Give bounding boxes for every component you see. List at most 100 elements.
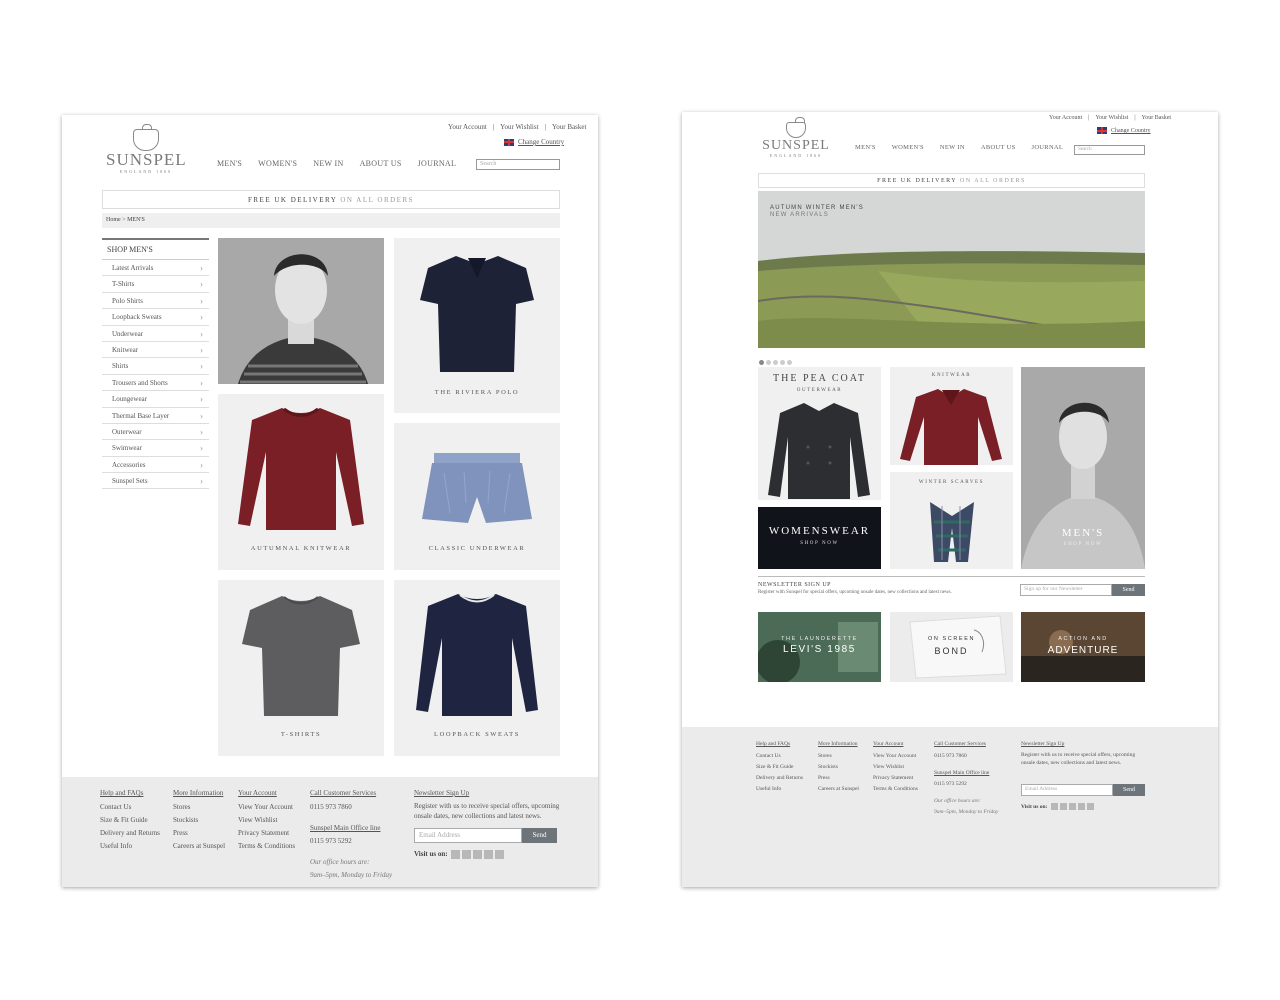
footer-link[interactable]: Stores — [818, 751, 859, 762]
nav-womens[interactable]: WOMEN'S — [258, 159, 297, 168]
footer-link[interactable]: View Wishlist — [873, 762, 918, 773]
footer-link[interactable]: View Your Account — [873, 751, 918, 762]
footer-link[interactable]: Delivery and Returns — [756, 773, 803, 784]
sidebar-item-loopback-sweats[interactable]: Loopback Sweats — [102, 309, 209, 326]
footer-link[interactable]: Terms & Conditions — [873, 784, 918, 795]
footer-link[interactable]: Size & Fit Guide — [100, 814, 160, 827]
launderette-promo-tile[interactable]: THE LAUNDERETTE LEVI'S 1985 — [758, 612, 881, 682]
knitwear-tile[interactable]: KNITWEAR — [890, 367, 1013, 465]
email-field[interactable]: Email Address — [414, 828, 522, 843]
nav-journal[interactable]: JOURNAL — [418, 159, 457, 168]
hero-banner[interactable]: AUTUMN WINTER MEN'S NEW ARRIVALS — [758, 191, 1145, 348]
womenswear-tile[interactable]: WOMENSWEAR SHOP NOW — [758, 507, 881, 569]
sidebar-item-t-shirts[interactable]: T-Shirts — [102, 276, 209, 293]
facebook-icon[interactable] — [451, 850, 461, 859]
t-shirts-tile[interactable]: T-SHIRTS — [218, 580, 384, 756]
footer-link[interactable]: Contact Us — [756, 751, 803, 762]
search-input[interactable]: Search — [1074, 145, 1145, 155]
twitter-icon[interactable] — [1059, 803, 1067, 810]
sunspel-logo[interactable]: SUNSPEL ENGLAND 1860 — [106, 124, 186, 174]
nav-new-in[interactable]: NEW IN — [313, 159, 343, 168]
sidebar-item-sunspel-sets[interactable]: Sunspel Sets — [102, 473, 209, 490]
carousel-dot[interactable] — [773, 360, 778, 365]
sidebar-item-latest-arrivals[interactable]: Latest Arrivals — [102, 260, 209, 277]
footer-link[interactable]: Careers at Sunspel — [173, 840, 225, 853]
footer-link[interactable]: Delivery and Returns — [100, 827, 160, 840]
carousel-dot[interactable] — [759, 360, 764, 365]
breadcrumb-home[interactable]: Home — [106, 217, 121, 223]
your-account-link[interactable]: Your Account — [1049, 115, 1082, 121]
mens-portrait-tile[interactable] — [218, 238, 384, 384]
sidebar-item-knitwear[interactable]: Knitwear — [102, 342, 209, 359]
search-input[interactable]: Search — [476, 159, 560, 170]
newsletter-signup-input[interactable]: Sign up for our Newsletter — [1020, 584, 1112, 596]
facebook-icon[interactable] — [1050, 803, 1058, 810]
twitter-icon[interactable] — [462, 850, 472, 859]
your-basket-link[interactable]: Your Basket — [552, 123, 587, 131]
sidebar-item-swimwear[interactable]: Swimwear — [102, 440, 209, 457]
nav-about-us[interactable]: ABOUT US — [360, 159, 402, 168]
sidebar-item-polo-shirts[interactable]: Polo Shirts — [102, 293, 209, 310]
sidebar-item-shirts[interactable]: Shirts — [102, 358, 209, 375]
sidebar-item-outerwear[interactable]: Outerwear — [102, 424, 209, 441]
classic-underwear-tile[interactable]: CLASSIC UNDERWEAR — [394, 423, 560, 570]
footer-link[interactable]: Stockists — [173, 814, 225, 827]
sidebar-item-loungewear[interactable]: Loungewear — [102, 391, 209, 408]
sidebar-item-accessories[interactable]: Accessories — [102, 457, 209, 474]
adventure-promo-tile[interactable]: ACTION AND ADVENTURE — [1021, 612, 1145, 682]
newsletter-send-button[interactable]: Send — [522, 828, 557, 843]
sidebar-item-underwear[interactable]: Underwear — [102, 326, 209, 342]
your-wishlist-link[interactable]: Your Wishlist — [1095, 115, 1128, 121]
footer-link[interactable]: Terms & Conditions — [238, 840, 295, 853]
nav-new-in[interactable]: NEW IN — [940, 144, 965, 151]
newsletter-signup-send-button[interactable]: Send — [1112, 584, 1145, 596]
nav-womens[interactable]: WOMEN'S — [892, 144, 924, 151]
footer-link[interactable]: View Your Account — [238, 801, 295, 814]
carousel-dot[interactable] — [780, 360, 785, 365]
footer-more-title[interactable]: More Information — [173, 787, 225, 800]
carousel-dot[interactable] — [766, 360, 771, 365]
newsletter-send-button[interactable]: Send — [1113, 784, 1145, 796]
footer-help-title[interactable]: Help and FAQs — [756, 739, 803, 750]
footer-link[interactable]: Press — [818, 773, 859, 784]
footer-link[interactable]: Contact Us — [100, 801, 160, 814]
footer-link[interactable]: Stores — [173, 801, 225, 814]
sidebar-item-thermal-base-layer[interactable]: Thermal Base Layer — [102, 408, 209, 424]
nav-about-us[interactable]: ABOUT US — [981, 144, 1016, 151]
pea-coat-tile[interactable]: THE PEA COAT OUTERWEAR — [758, 367, 881, 500]
footer-link[interactable]: View Wishlist — [238, 814, 295, 827]
pinterest-icon[interactable] — [495, 850, 505, 859]
instagram-icon[interactable] — [473, 850, 483, 859]
footer-help-title[interactable]: Help and FAQs — [100, 787, 160, 800]
instagram-icon[interactable] — [1068, 803, 1076, 810]
google-plus-icon[interactable] — [1077, 803, 1085, 810]
google-plus-icon[interactable] — [484, 850, 494, 859]
change-country-link[interactable]: Change Country — [504, 138, 564, 146]
loopback-sweats-tile[interactable]: LOOPBACK SWEATS — [394, 580, 560, 756]
winter-scarves-tile[interactable]: WINTER SCARVES — [890, 472, 1013, 569]
nav-journal[interactable]: JOURNAL — [1031, 144, 1063, 151]
footer-link[interactable]: Stockists — [818, 762, 859, 773]
bond-promo-tile[interactable]: ON SCREEN BOND — [890, 612, 1013, 682]
pinterest-icon[interactable] — [1086, 803, 1094, 810]
riviera-polo-tile[interactable]: THE RIVIERA POLO — [394, 238, 560, 413]
footer-link[interactable]: Careers at Sunspel — [818, 784, 859, 795]
footer-account-title[interactable]: Your Account — [873, 739, 918, 750]
sidebar-item-trousers-shorts[interactable]: Trousers and Shorts — [102, 375, 209, 392]
change-country-link[interactable]: Change Country — [1097, 127, 1151, 134]
email-field[interactable]: Email Address — [1021, 784, 1113, 796]
footer-link[interactable]: Privacy Statement — [873, 773, 918, 784]
your-wishlist-link[interactable]: Your Wishlist — [500, 123, 538, 131]
your-account-link[interactable]: Your Account — [448, 123, 487, 131]
footer-more-title[interactable]: More Information — [818, 739, 859, 750]
carousel-dot[interactable] — [787, 360, 792, 365]
footer-link[interactable]: Useful Info — [756, 784, 803, 795]
footer-link[interactable]: Privacy Statement — [238, 827, 295, 840]
nav-mens[interactable]: MEN'S — [855, 144, 876, 151]
footer-link[interactable]: Size & Fit Guide — [756, 762, 803, 773]
your-basket-link[interactable]: Your Basket — [1142, 115, 1172, 121]
autumnal-knitwear-tile[interactable]: AUTUMNAL KNITWEAR — [218, 394, 384, 570]
mens-tile[interactable]: MEN'S SHOP NOW — [1021, 367, 1145, 569]
footer-link[interactable]: Press — [173, 827, 225, 840]
footer-account-title[interactable]: Your Account — [238, 787, 295, 800]
